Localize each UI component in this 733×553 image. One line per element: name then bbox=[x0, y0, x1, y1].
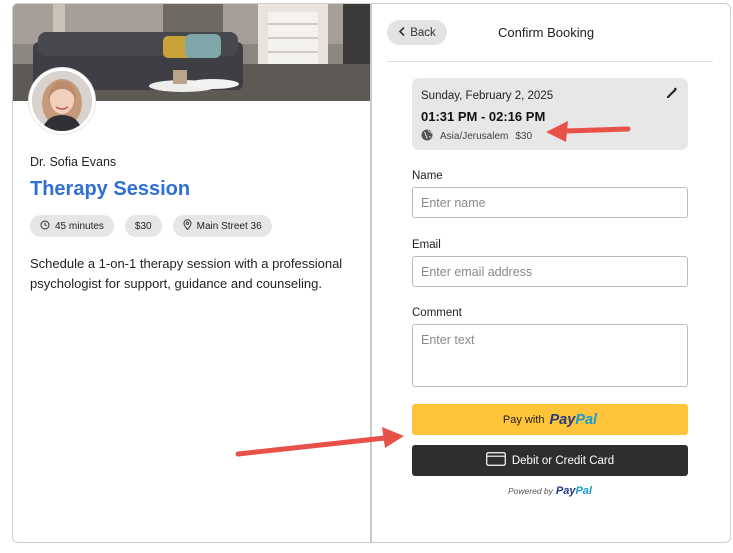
clock-icon bbox=[40, 220, 50, 233]
globe-icon bbox=[421, 129, 433, 144]
credit-card-icon bbox=[486, 452, 506, 469]
card-button-label: Debit or Credit Card bbox=[511, 454, 615, 467]
name-label: Name bbox=[412, 170, 443, 182]
comment-label: Comment bbox=[412, 307, 462, 319]
duration-chip: 45 minutes bbox=[30, 215, 114, 237]
chevron-left-icon bbox=[398, 26, 405, 39]
summary-price: $30 bbox=[515, 131, 533, 142]
paypal-logo: PayPal bbox=[549, 411, 598, 428]
paypal-prefix: Pay with bbox=[502, 413, 545, 426]
header-divider bbox=[387, 61, 713, 62]
location-pin-icon bbox=[183, 219, 192, 233]
booking-date: Sunday, February 2, 2025 bbox=[421, 90, 554, 102]
location-text: Main Street 36 bbox=[196, 220, 262, 232]
location-chip: Main Street 36 bbox=[172, 215, 272, 237]
confirm-booking-panel: Back Confirm Booking Sunday, February 2,… bbox=[372, 4, 730, 542]
price-chip: $30 bbox=[124, 215, 162, 237]
email-label: Email bbox=[412, 239, 441, 251]
booking-timezone-row: Asia/Jerusalem $30 bbox=[421, 129, 532, 144]
edit-pencil-icon[interactable] bbox=[665, 86, 679, 100]
booking-widget: Dr. Sofia Evans Therapy Session 45 minut… bbox=[12, 3, 731, 543]
back-label: Back bbox=[410, 26, 436, 39]
event-meta-chips: 45 minutes $30 Main Street 36 bbox=[30, 215, 272, 237]
event-title: Therapy Session bbox=[30, 178, 191, 200]
host-avatar bbox=[29, 68, 95, 134]
booking-summary-card: Sunday, February 2, 2025 01:31 PM - 02:1… bbox=[412, 78, 688, 150]
event-details-panel: Dr. Sofia Evans Therapy Session 45 minut… bbox=[13, 4, 370, 542]
back-button[interactable]: Back bbox=[387, 20, 447, 45]
email-input[interactable] bbox=[412, 256, 688, 287]
event-description: Schedule a 1-on-1 therapy session with a… bbox=[30, 256, 343, 291]
booking-time-range: 01:31 PM - 02:16 PM bbox=[421, 109, 546, 124]
debit-credit-card-button[interactable]: Debit or Credit Card bbox=[412, 445, 688, 476]
comment-textarea[interactable] bbox=[412, 324, 688, 387]
price-text: $30 bbox=[134, 220, 152, 232]
duration-text: 45 minutes bbox=[55, 220, 104, 232]
powered-by-paypal: Powered by PayPal bbox=[412, 485, 688, 497]
paypal-button[interactable]: Pay with PayPal bbox=[412, 404, 688, 435]
timezone-text: Asia/Jerusalem bbox=[440, 131, 509, 142]
page-title: Confirm Booking bbox=[498, 25, 595, 40]
paypal-logo-small: PayPal bbox=[555, 485, 592, 497]
name-input[interactable] bbox=[412, 187, 688, 218]
host-name: Dr. Sofia Evans bbox=[30, 155, 117, 169]
powered-prefix: Powered by bbox=[508, 486, 553, 496]
